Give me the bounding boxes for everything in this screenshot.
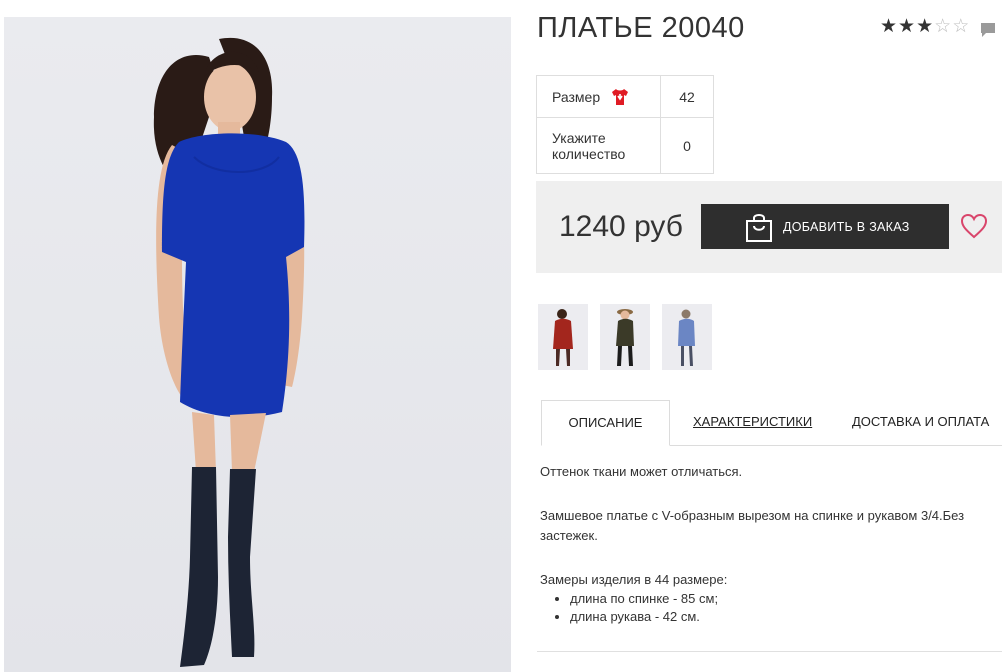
product-main-image[interactable]: [4, 17, 511, 672]
size-label: Размер: [552, 88, 601, 105]
measurements-list: длина по спинке - 85 см; длина рукава - …: [540, 590, 718, 626]
star-icon[interactable]: ☆: [934, 17, 951, 37]
thumbnail-olive-dress[interactable]: [600, 304, 650, 370]
description-note: Оттенок ткани может отличаться.: [540, 464, 743, 479]
tab-delivery-payment[interactable]: ДОСТАВКА И ОПЛАТА: [852, 400, 989, 444]
thumbnail-image: [678, 309, 695, 366]
size-cell: Размер: [536, 75, 661, 118]
price: 1240 руб: [559, 210, 683, 243]
add-to-order-label: ДОБАВИТЬ В ЗАКАЗ: [783, 219, 910, 234]
thumbnail-gallery: [538, 304, 712, 370]
star-icon[interactable]: ★: [916, 17, 933, 37]
shopping-bag-icon: [746, 213, 772, 242]
model-illustration: [153, 37, 305, 667]
thumbnail-image: [616, 309, 634, 366]
quantity-label: Укажите количество: [552, 129, 626, 162]
thumbnail-red-dress[interactable]: [538, 304, 588, 370]
quantity-value[interactable]: 0: [660, 117, 714, 174]
star-icon[interactable]: ★: [880, 17, 897, 37]
measurements-heading: Замеры изделия в 44 размере:: [540, 572, 728, 587]
tshirt-icon[interactable]: [610, 87, 630, 107]
product-title: ПЛАТЬЕ 20040: [537, 12, 745, 44]
tab-characteristics[interactable]: ХАРАКТЕРИСТИКИ: [693, 400, 812, 444]
product-tabs: ОПИСАНИЕ ХАРАКТЕРИСТИКИ ДОСТАВКА И ОПЛАТ…: [541, 400, 1002, 446]
star-icon[interactable]: ★: [898, 17, 915, 37]
add-to-order-button[interactable]: ДОБАВИТЬ В ЗАКАЗ: [701, 204, 949, 249]
heart-icon[interactable]: [960, 212, 988, 240]
thumbnail-blue-dress[interactable]: [662, 304, 712, 370]
divider: [537, 651, 1002, 652]
thumbnail-image: [553, 309, 573, 366]
comment-icon[interactable]: [979, 21, 997, 39]
size-value[interactable]: 42: [660, 75, 714, 118]
quantity-cell: Укажите количество: [536, 117, 661, 174]
tab-description[interactable]: ОПИСАНИЕ: [541, 400, 670, 446]
product-options-table: Размер 42 Укажите количество 0: [536, 75, 714, 174]
description-text: Замшевое платье с V-образным вырезом на …: [540, 508, 965, 543]
buy-bar: 1240 руб ДОБАВИТЬ В ЗАКАЗ: [536, 181, 1002, 273]
product-rating[interactable]: ★ ★ ★ ☆ ☆: [880, 17, 969, 37]
star-icon[interactable]: ☆: [952, 17, 969, 37]
list-item: длина рукава - 42 см.: [570, 608, 718, 626]
list-item: длина по спинке - 85 см;: [570, 590, 718, 608]
